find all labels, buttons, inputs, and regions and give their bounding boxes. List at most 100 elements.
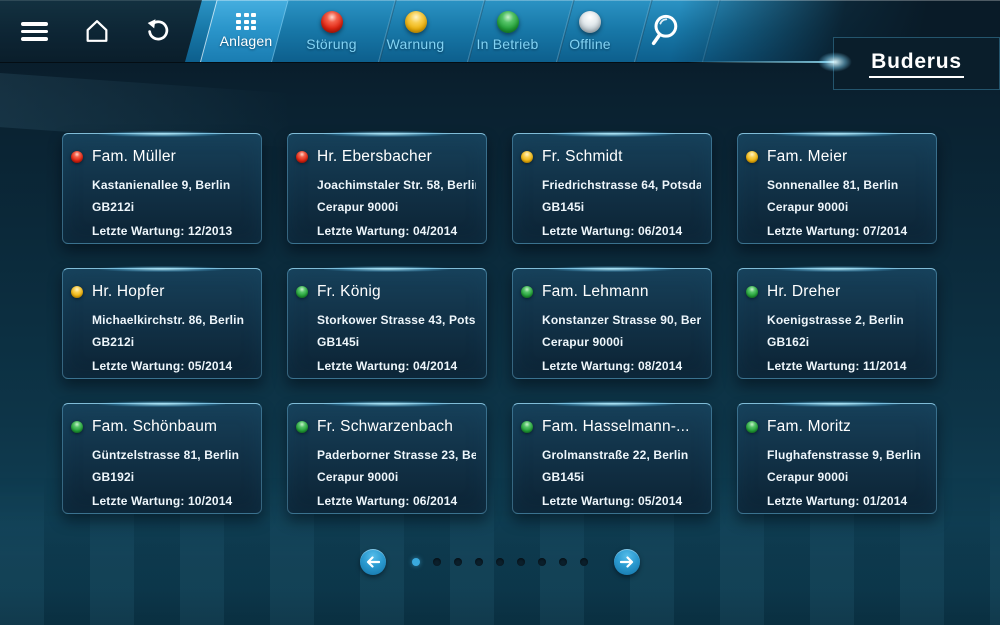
device-model: GB212i <box>92 200 251 214</box>
plant-card[interactable]: Hr. Hopfer Michaelkirchstr. 86, Berlin G… <box>62 268 262 379</box>
last-maintenance: Letzte Wartung: 11/2014 <box>767 359 926 373</box>
status-dot-red-icon <box>321 11 343 33</box>
plant-card[interactable]: Fam. Schönbaum Güntzelstrasse 81, Berlin… <box>62 403 262 514</box>
plant-card-grid: Fam. Müller Kastanienallee 9, Berlin GB2… <box>62 133 937 514</box>
status-dot-icon <box>71 286 83 298</box>
search-icon[interactable] <box>630 0 698 62</box>
status-dot-green-icon <box>497 11 519 33</box>
status-dot-yellow-icon <box>405 11 427 33</box>
grid-icon <box>236 13 256 30</box>
customer-name: Fam. Müller <box>92 148 176 166</box>
address: Paderborner Strasse 23, Be... <box>317 448 476 462</box>
tab-anlagen[interactable]: Anlagen <box>203 0 289 62</box>
last-maintenance: Letzte Wartung: 06/2014 <box>542 224 701 238</box>
plant-card[interactable]: Fam. Hasselmann-... Grolmanstraße 22, Be… <box>512 403 712 514</box>
tab-label: Offline <box>569 36 611 52</box>
page-dot-3[interactable] <box>454 558 462 566</box>
tab-label: In Betrieb <box>477 36 539 52</box>
device-model: Cerapur 9000i <box>767 470 926 484</box>
tab-label: Störung <box>306 36 356 52</box>
tab-in-betrieb[interactable]: In Betrieb <box>463 0 552 62</box>
last-maintenance: Letzte Wartung: 01/2014 <box>767 494 926 508</box>
plant-card[interactable]: Fam. Meier Sonnenallee 81, Berlin Cerapu… <box>737 133 937 244</box>
customer-name: Fam. Moritz <box>767 418 851 436</box>
status-dot-icon <box>746 286 758 298</box>
address: Sonnenallee 81, Berlin <box>767 178 926 192</box>
device-model: Cerapur 9000i <box>767 200 926 214</box>
plant-card[interactable]: Fr. König Storkower Strasse 43, Pots... … <box>287 268 487 379</box>
address: Kastanienallee 9, Berlin <box>92 178 251 192</box>
home-icon[interactable] <box>82 16 112 46</box>
customer-name: Fam. Hasselmann-... <box>542 418 690 436</box>
device-model: GB145i <box>542 200 701 214</box>
page-dot-5[interactable] <box>496 558 504 566</box>
device-model: Cerapur 9000i <box>542 335 701 349</box>
pagination <box>360 549 640 575</box>
status-dot-icon <box>71 421 83 433</box>
address: Flughafenstrasse 9, Berlin <box>767 448 926 462</box>
page-dot-6[interactable] <box>517 558 525 566</box>
tab-label: Anlagen <box>220 33 273 49</box>
last-maintenance: Letzte Wartung: 05/2014 <box>542 494 701 508</box>
status-dot-icon <box>746 151 758 163</box>
address: Güntzelstrasse 81, Berlin <box>92 448 251 462</box>
tab-label: Warnung <box>387 36 445 52</box>
device-model: GB162i <box>767 335 926 349</box>
last-maintenance: Letzte Wartung: 04/2014 <box>317 224 476 238</box>
plant-card[interactable]: Fr. Schwarzenbach Paderborner Strasse 23… <box>287 403 487 514</box>
status-dot-icon <box>296 151 308 163</box>
device-model: GB212i <box>92 335 251 349</box>
undo-icon[interactable] <box>143 17 171 45</box>
customer-name: Fam. Lehmann <box>542 283 649 301</box>
address: Michaelkirchstr. 86, Berlin <box>92 313 251 327</box>
address: Konstanzer Strasse 90, Berl... <box>542 313 701 327</box>
last-maintenance: Letzte Wartung: 12/2013 <box>92 224 251 238</box>
status-dot-icon <box>71 151 83 163</box>
tab-offline[interactable]: Offline <box>546 0 634 62</box>
arrow-right-icon[interactable] <box>614 549 640 575</box>
page-dot-2[interactable] <box>433 558 441 566</box>
page-dot-4[interactable] <box>475 558 483 566</box>
last-maintenance: Letzte Wartung: 10/2014 <box>92 494 251 508</box>
last-maintenance: Letzte Wartung: 06/2014 <box>317 494 476 508</box>
status-dot-icon <box>521 421 533 433</box>
customer-name: Fam. Schönbaum <box>92 418 217 436</box>
address: Grolmanstraße 22, Berlin <box>542 448 701 462</box>
address: Friedrichstrasse 64, Potsdam <box>542 178 701 192</box>
device-model: Cerapur 9000i <box>317 470 476 484</box>
address: Storkower Strasse 43, Pots... <box>317 313 476 327</box>
plant-card[interactable]: Fam. Müller Kastanienallee 9, Berlin GB2… <box>62 133 262 244</box>
customer-name: Fam. Meier <box>767 148 847 166</box>
tab-stoerung[interactable]: Störung <box>285 0 378 62</box>
plant-card[interactable]: Hr. Ebersbacher Joachimstaler Str. 58, B… <box>287 133 487 244</box>
status-dot-icon <box>746 421 758 433</box>
page-dot-7[interactable] <box>538 558 546 566</box>
customer-name: Fr. Schwarzenbach <box>317 418 453 436</box>
customer-name: Hr. Hopfer <box>92 283 165 301</box>
device-model: GB145i <box>542 470 701 484</box>
device-model: GB192i <box>92 470 251 484</box>
plant-card[interactable]: Fr. Schmidt Friedrichstrasse 64, Potsdam… <box>512 133 712 244</box>
status-dot-icon <box>296 421 308 433</box>
pagination-dots <box>412 558 588 566</box>
status-dot-icon <box>521 151 533 163</box>
brand-logo-text: Buderus <box>869 50 964 78</box>
last-maintenance: Letzte Wartung: 05/2014 <box>92 359 251 373</box>
device-model: GB145i <box>317 335 476 349</box>
address: Koenigstrasse 2, Berlin <box>767 313 926 327</box>
tab-warnung[interactable]: Warnung <box>371 0 460 62</box>
customer-name: Hr. Ebersbacher <box>317 148 432 166</box>
page-dot-1[interactable] <box>412 558 420 566</box>
page-dot-9[interactable] <box>580 558 588 566</box>
customer-name: Hr. Dreher <box>767 283 841 301</box>
address: Joachimstaler Str. 58, Berlin <box>317 178 476 192</box>
menu-icon[interactable] <box>20 22 48 41</box>
last-maintenance: Letzte Wartung: 04/2014 <box>317 359 476 373</box>
plant-card[interactable]: Hr. Dreher Koenigstrasse 2, Berlin GB162… <box>737 268 937 379</box>
brand-logo: Buderus <box>833 37 1000 90</box>
customer-name: Fr. Schmidt <box>542 148 623 166</box>
page-dot-8[interactable] <box>559 558 567 566</box>
plant-card[interactable]: Fam. Moritz Flughafenstrasse 9, Berlin C… <box>737 403 937 514</box>
plant-card[interactable]: Fam. Lehmann Konstanzer Strasse 90, Berl… <box>512 268 712 379</box>
arrow-left-icon[interactable] <box>360 549 386 575</box>
